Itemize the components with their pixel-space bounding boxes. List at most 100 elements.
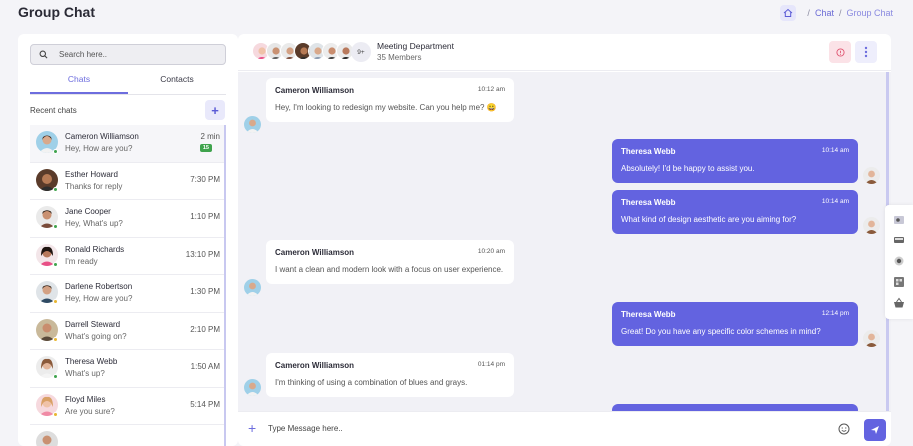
chat-name: Darrell Steward xyxy=(65,319,121,329)
chat-time: 7:30 PM xyxy=(190,174,220,184)
conversation-header: 9+ Meeting Department 35 Members xyxy=(238,34,891,71)
message-incoming: Cameron Williamson 01:14 pm I'm thinking … xyxy=(266,353,514,397)
send-button[interactable] xyxy=(864,419,886,441)
message-incoming: Cameron Williamson 10:12 am Hey, I'm look… xyxy=(266,78,514,122)
chat-preview: What's going on? xyxy=(65,331,127,341)
chat-list-item[interactable]: Cameron Williamson Hey, How are you? 2 m… xyxy=(30,125,226,163)
basket-icon[interactable] xyxy=(893,297,905,309)
unread-badge: 15 xyxy=(199,144,212,152)
attach-plus-icon[interactable]: + xyxy=(248,420,256,436)
chat-list-item[interactable]: Theresa Webb What's up? 1:50 AM xyxy=(30,350,226,388)
message-time: 01:14 pm xyxy=(477,361,505,368)
message-text: I'm thinking of using a combination of b… xyxy=(275,378,468,387)
tray-icon[interactable] xyxy=(893,234,905,246)
info-icon xyxy=(835,47,845,57)
search-icon xyxy=(39,50,48,59)
breadcrumb-separator: / xyxy=(838,8,842,18)
chat-name: Cameron Williamson xyxy=(65,132,139,141)
chat-preview: Hey, How are you? xyxy=(65,294,133,303)
avatar xyxy=(244,379,261,396)
right-dock xyxy=(885,205,913,319)
chat-list-item[interactable]: Darrell Steward What's going on? 2:10 PM xyxy=(30,313,226,350)
message-thread: Cameron Williamson 10:12 am Hey, I'm look… xyxy=(238,72,891,411)
info-button[interactable] xyxy=(829,41,851,63)
message-sender: Cameron Williamson xyxy=(275,248,355,257)
chat-list: Cameron Williamson Hey, How are you? 2 m… xyxy=(30,125,226,446)
status-dot xyxy=(53,299,58,304)
avatar xyxy=(244,279,261,296)
message-outgoing: Theresa Webb 10:14 am What kind of design… xyxy=(612,190,858,234)
chat-list-item[interactable] xyxy=(30,425,226,446)
more-members-count[interactable]: 9+ xyxy=(351,42,371,62)
message-sender: Theresa Webb xyxy=(621,198,676,207)
message-sender: Cameron Williamson xyxy=(275,361,355,370)
message-sender: Cameron Williamson xyxy=(275,86,355,95)
message-text: What kind of design aesthetic are you ai… xyxy=(621,215,797,224)
chat-list-item[interactable]: Esther Howard Thanks for reply 7:30 PM xyxy=(30,163,226,200)
message-outgoing: Theresa Webb 10:14 am Absolutely! I'd be … xyxy=(612,139,858,183)
chat-time: 1:30 PM xyxy=(190,287,220,296)
avatar xyxy=(244,116,261,133)
chat-list-item[interactable]: Darlene Robertson Hey, How are you? 1:30… xyxy=(30,275,226,313)
group-name: Meeting Department xyxy=(377,41,455,51)
sidebar-tabs: Chats Contacts xyxy=(30,72,226,95)
breadcrumb-group-chat: Group Chat xyxy=(846,8,893,18)
status-dot xyxy=(53,261,58,267)
chat-name: Floyd Miles xyxy=(65,394,106,404)
chat-list-item[interactable]: Floyd Miles Are you sure? 5:14 PM xyxy=(30,388,226,425)
chat-name: Jane Cooper xyxy=(65,207,111,216)
message-time: 12:14 pm xyxy=(821,310,849,317)
status-dot xyxy=(53,149,58,154)
chat-sidebar: Search here.. Chats Contacts Recent chat… xyxy=(18,34,238,446)
chat-list-item[interactable]: Ronald Richards I'm ready 13:10 PM xyxy=(30,238,226,275)
message-outgoing-partial xyxy=(612,404,858,411)
message-time: 10:14 am xyxy=(821,198,849,205)
chat-preview: Hey, What's up? xyxy=(65,219,123,228)
kebab-menu-icon xyxy=(864,46,868,58)
emoji-icon[interactable] xyxy=(838,422,850,440)
message-input[interactable]: Type Message here.. xyxy=(268,424,343,433)
more-options-button[interactable] xyxy=(855,41,877,63)
grid-icon[interactable] xyxy=(893,276,905,288)
status-dot xyxy=(53,336,58,342)
avatar xyxy=(863,330,880,347)
tab-chats[interactable]: Chats xyxy=(30,72,128,94)
home-icon[interactable] xyxy=(780,5,797,21)
status-dot xyxy=(53,411,58,417)
chat-preview: Hey, How are you? xyxy=(65,144,133,153)
group-member-count: 35 Members xyxy=(377,53,422,62)
message-incoming: Cameron Williamson 10:20 am I want a clea… xyxy=(266,240,514,284)
chat-list-scrollbar[interactable] xyxy=(224,125,226,446)
breadcrumb: / Chat / Group Chat xyxy=(780,5,893,21)
message-text: I want a clean and modern look with a fo… xyxy=(275,265,504,274)
chat-time: 13:10 PM xyxy=(185,249,220,259)
message-text: Absolutely! I'd be happy to assist you. xyxy=(621,164,755,173)
chat-time: 1:50 AM xyxy=(190,362,220,371)
avatar xyxy=(863,217,880,234)
chat-name: Esther Howard xyxy=(65,169,118,179)
message-outgoing: Theresa Webb 12:14 pm Great! Do you have … xyxy=(612,302,858,346)
chat-preview: Are you sure? xyxy=(65,406,115,416)
chat-preview: I'm ready xyxy=(65,256,98,266)
chat-list-item[interactable]: Jane Cooper Hey, What's up? 1:10 PM xyxy=(30,200,226,238)
page-title: Group Chat xyxy=(18,4,95,20)
send-icon xyxy=(871,426,879,434)
message-time: 10:12 am xyxy=(477,86,505,93)
chat-time: 5:14 PM xyxy=(190,399,220,409)
chat-preview: What's up? xyxy=(65,369,105,378)
search-placeholder: Search here.. xyxy=(59,50,108,59)
status-dot xyxy=(53,374,58,379)
add-chat-button[interactable]: + xyxy=(205,100,225,120)
recent-chats-label: Recent chats xyxy=(30,106,77,115)
breadcrumb-chat[interactable]: Chat xyxy=(815,8,834,18)
user-card-icon[interactable] xyxy=(893,214,905,226)
avatar xyxy=(863,167,880,184)
message-sender: Theresa Webb xyxy=(621,310,676,319)
search-input[interactable]: Search here.. xyxy=(30,44,226,65)
target-icon[interactable] xyxy=(893,255,905,267)
chat-name: Ronald Richards xyxy=(65,244,125,254)
avatar xyxy=(36,431,58,446)
tab-contacts[interactable]: Contacts xyxy=(128,72,226,94)
message-sender: Theresa Webb xyxy=(621,147,676,156)
message-time: 10:20 am xyxy=(477,248,505,255)
